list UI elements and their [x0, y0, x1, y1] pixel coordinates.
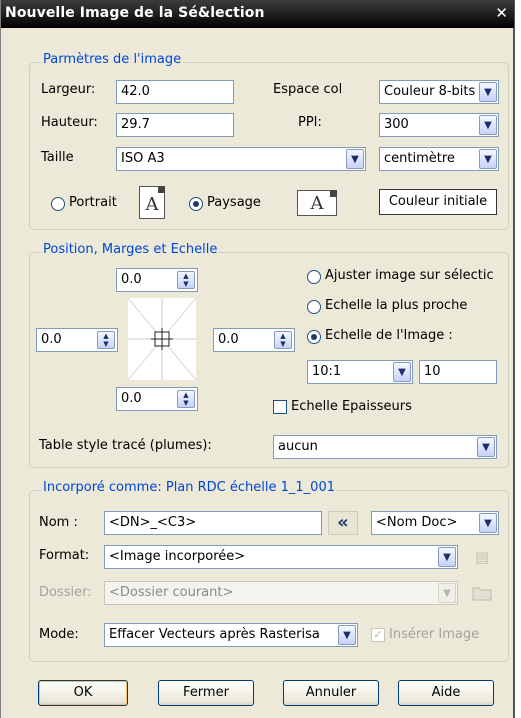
portrait-page-icon: A: [139, 186, 165, 219]
cancel-button[interactable]: Annuler: [283, 680, 379, 706]
margin-diagram: [127, 297, 197, 381]
window-title: Nouvelle Image de la Sé&lection: [5, 5, 265, 21]
title-bar[interactable]: Nouvelle Image de la Sé&lection ✕: [1, 0, 514, 28]
chevron-down-icon[interactable]: ▼: [479, 149, 497, 169]
scale-select-value: 10:1: [312, 364, 342, 379]
image-params-title: Parmètres de l'image: [41, 52, 184, 67]
ppi-select[interactable]: 300 ▼: [379, 113, 499, 137]
help-button[interactable]: Aide: [398, 680, 494, 706]
colorspace-label: Espace col: [273, 82, 343, 97]
chevron-down-icon[interactable]: ▼: [479, 513, 497, 533]
chevron-down-icon[interactable]: ▼: [479, 115, 497, 135]
ppi-label: PPI:: [298, 115, 322, 130]
format-label: Format:: [39, 548, 90, 563]
colorspace-value: Couleur 8-bits: [384, 84, 476, 99]
fit-label[interactable]: Ajuster image sur sélectic: [325, 268, 500, 283]
margin-top-field[interactable]: 0.0 ▲ ▼: [116, 268, 198, 292]
folder-label: Dossier:: [39, 585, 92, 600]
embed-group-title: Incorporé comme: Plan RDC échelle 1_1_00…: [41, 480, 337, 495]
name-field[interactable]: <DN>_<C3>: [104, 511, 322, 535]
mode-select[interactable]: Effacer Vecteurs après Rasterisa ▼: [104, 623, 358, 647]
ok-button[interactable]: OK: [38, 680, 128, 706]
landscape-page-icon: A: [297, 190, 337, 216]
folder-icon: [471, 584, 493, 602]
position-group-title: Position, Marges et Echelle: [41, 242, 220, 257]
height-label: Hauteur:: [41, 115, 98, 130]
nearest-scale-label[interactable]: Echelle la plus proche: [325, 298, 467, 313]
colorspace-select[interactable]: Couleur 8-bits ▼: [379, 80, 499, 104]
folder-value: <Dossier courant>: [109, 585, 234, 600]
width-field[interactable]: 42.0: [116, 80, 234, 104]
thickness-scale-label[interactable]: Echelle Epaisseurs: [291, 399, 412, 414]
size-value: ISO A3: [121, 151, 165, 166]
image-scale-radio[interactable]: [307, 330, 321, 344]
unit-value: centimètre: [384, 151, 455, 166]
mode-label: Mode:: [39, 627, 79, 642]
size-select[interactable]: ISO A3 ▼: [116, 147, 366, 171]
portrait-label[interactable]: Portrait: [69, 195, 117, 210]
pen-table-value: aucun: [278, 439, 318, 454]
close-icon[interactable]: ✕: [495, 4, 508, 22]
fit-radio[interactable]: [307, 270, 321, 284]
format-select[interactable]: <Image incorporée> ▼: [104, 545, 458, 569]
chevron-down-icon: ▼: [438, 583, 456, 603]
margin-left-field[interactable]: 0.0 ▲ ▼: [36, 328, 118, 352]
unit-select[interactable]: centimètre ▼: [379, 147, 499, 171]
chevron-down-icon[interactable]: ▼: [393, 362, 411, 382]
spinner-icon[interactable]: ▲ ▼: [274, 331, 292, 349]
chevron-down-icon[interactable]: ▼: [338, 625, 356, 645]
margin-right-value: 0.0: [218, 332, 239, 347]
image-scale-label[interactable]: Echelle de l'Image :: [325, 328, 453, 343]
margin-left-value: 0.0: [41, 332, 62, 347]
margin-top-value: 0.0: [121, 272, 142, 287]
scale-select[interactable]: 10:1 ▼: [307, 360, 413, 384]
chevron-down-icon[interactable]: ▼: [477, 437, 495, 457]
spinner-icon[interactable]: ▲ ▼: [177, 390, 195, 408]
margin-right-field[interactable]: 0.0 ▲ ▼: [213, 328, 295, 352]
width-label: Largeur:: [41, 82, 96, 97]
height-field[interactable]: 29.7: [116, 113, 234, 137]
dialog-window: Nouvelle Image de la Sé&lection ✕ Parmèt…: [0, 0, 515, 718]
landscape-label[interactable]: Paysage: [207, 195, 261, 210]
portrait-radio[interactable]: [51, 197, 65, 211]
folder-select: <Dossier courant> ▼: [104, 581, 458, 605]
margin-bottom-value: 0.0: [121, 391, 142, 406]
scale-value-field[interactable]: 10: [419, 360, 497, 384]
insert-image-label: Insérer Image: [389, 627, 480, 642]
name-label: Nom :: [39, 515, 78, 530]
close-button[interactable]: Fermer: [158, 680, 254, 706]
double-chevron-left-icon: «: [337, 512, 349, 533]
name-source-value: <Nom Doc>: [376, 515, 458, 530]
folder-icon-svg: [472, 587, 492, 601]
pen-table-label: Table style tracé (plumes):: [39, 438, 212, 453]
name-source-select[interactable]: <Nom Doc> ▼: [371, 511, 499, 535]
margin-bottom-field[interactable]: 0.0 ▲ ▼: [116, 387, 198, 411]
chevron-down-icon[interactable]: ▼: [479, 82, 497, 102]
initial-color-button[interactable]: Couleur initiale: [379, 189, 497, 215]
mode-value: Effacer Vecteurs après Rasterisa: [109, 627, 320, 642]
format-value: <Image incorporée>: [109, 549, 246, 564]
spinner-icon[interactable]: ▲ ▼: [177, 271, 195, 289]
format-options-icon: ▤: [474, 548, 490, 566]
landscape-radio[interactable]: [189, 197, 203, 211]
spinner-icon[interactable]: ▲ ▼: [97, 331, 115, 349]
margin-diagram-svg: [127, 297, 197, 381]
nearest-scale-radio[interactable]: [307, 300, 321, 314]
pen-table-select[interactable]: aucun ▼: [273, 435, 497, 459]
chevron-down-icon[interactable]: ▼: [346, 149, 364, 169]
chevron-down-icon[interactable]: ▼: [438, 547, 456, 567]
thickness-scale-checkbox[interactable]: [273, 400, 287, 414]
insert-token-button[interactable]: «: [328, 511, 358, 535]
ppi-value: 300: [384, 117, 409, 132]
insert-image-checkbox: ✓: [371, 628, 385, 642]
size-label: Taille: [41, 150, 74, 165]
